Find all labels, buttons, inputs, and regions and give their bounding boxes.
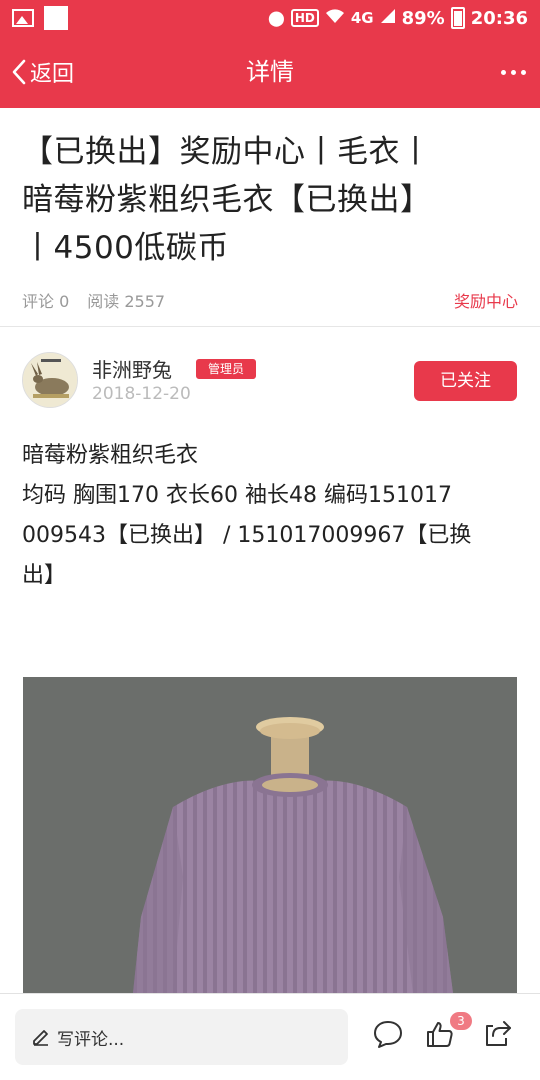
article-title-line: 丨4500低碳币 bbox=[22, 230, 229, 266]
article-meta: 评论 0 阅读 2557 奖励中心 bbox=[22, 288, 518, 312]
battery-icon bbox=[450, 7, 465, 29]
article-title-line: 【已换出】奖励中心丨毛衣丨 bbox=[22, 134, 432, 170]
article-body: 暗莓粉紫粗织毛衣 均码 胸围170 衣长60 袖长48 编码151017 009… bbox=[22, 436, 522, 596]
avatar[interactable] bbox=[22, 352, 78, 408]
wifi-icon bbox=[325, 8, 345, 28]
product-photo[interactable] bbox=[23, 677, 517, 993]
gallery-notification-icon bbox=[12, 9, 34, 27]
article-title: 【已换出】奖励中心丨毛衣丨 暗莓粉紫粗织毛衣【已换出】 丨4500低碳币 bbox=[22, 128, 522, 272]
hd-indicator: HD bbox=[290, 9, 319, 27]
divider bbox=[0, 326, 540, 327]
signal-icon bbox=[380, 8, 396, 28]
like-count-badge: 3 bbox=[450, 1012, 472, 1030]
notification-icon bbox=[44, 6, 68, 30]
status-bar: ⬤ HD 4G 89% 20:36 bbox=[0, 0, 540, 36]
more-icon[interactable] bbox=[501, 36, 526, 108]
admin-badge: 管理员 bbox=[196, 359, 257, 379]
navbar: 返回 详情 bbox=[0, 36, 540, 108]
comment-icon[interactable] bbox=[372, 1018, 404, 1054]
back-label: 返回 bbox=[30, 62, 75, 87]
comment-count: 评论 0 bbox=[22, 292, 70, 311]
article-title-line: 暗莓粉紫粗织毛衣【已换出】 bbox=[22, 182, 432, 218]
comment-input[interactable]: 写评论... bbox=[15, 1009, 348, 1065]
body-line: 暗莓粉紫粗织毛衣 bbox=[22, 443, 199, 468]
back-chevron-icon bbox=[12, 59, 26, 85]
clock: 20:36 bbox=[470, 7, 528, 29]
comment-placeholder: 写评论... bbox=[57, 1029, 125, 1050]
page-title: 详情 bbox=[246, 58, 294, 86]
follow-button[interactable]: 已关注 bbox=[414, 361, 517, 401]
network-type: 4G bbox=[350, 9, 374, 27]
pencil-icon bbox=[33, 1030, 48, 1046]
body-line: 出】 bbox=[22, 563, 67, 588]
category-link[interactable]: 奖励中心 bbox=[454, 288, 518, 312]
share-icon[interactable] bbox=[482, 1018, 514, 1054]
body-line: 均码 胸围170 衣长60 袖长48 编码151017 bbox=[22, 483, 452, 508]
location-icon: ⬤ bbox=[268, 9, 285, 27]
battery-percent: 89% bbox=[401, 7, 445, 29]
body-line: 009543【已换出】 / 151017009967【已换 bbox=[22, 523, 472, 548]
post-date: 2018-12-20 bbox=[92, 384, 191, 404]
bottom-bar: 写评论... 3 bbox=[0, 993, 540, 1080]
read-count: 阅读 2557 bbox=[87, 292, 166, 311]
author-name[interactable]: 非洲野兔 bbox=[92, 354, 172, 383]
back-button[interactable]: 返回 bbox=[10, 36, 74, 108]
